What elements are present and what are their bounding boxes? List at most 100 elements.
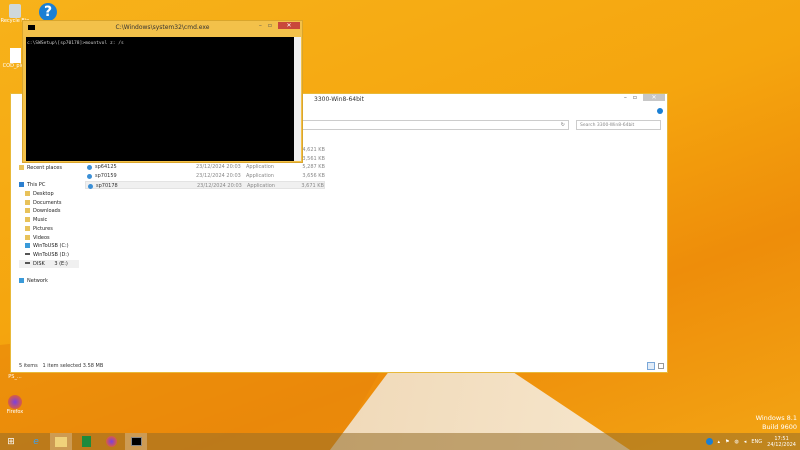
desktop-icon-firefox[interactable]: Firefox [0,395,30,415]
nav-item[interactable]: Music [19,216,79,225]
file-size: 3,561 KB [302,155,325,162]
internet-explorer-icon[interactable]: e [25,433,47,450]
status-bar: 5 items 1 item selected 3.58 MB [19,363,103,369]
drive-icon [25,243,30,249]
nav-item[interactable]: This PC [19,181,79,190]
file-date: 23/12/2024 20:03 [196,173,241,180]
desktop-icon-ps[interactable]: PS_... [0,374,30,380]
file-name: sp70159 [95,173,117,180]
folder-icon [25,225,30,231]
nav-label: Desktop [33,191,54,198]
taskbar: ⊞ e ▴ ⚑ ◍ ◂ ENG 17:51 24/12/2024 [0,433,800,450]
date: 24/12/2024 [767,441,796,448]
nav-item[interactable]: Videos [19,234,79,243]
file-name: sp70178 [96,182,118,189]
file-row[interactable]: sp64125 23/12/2024 20:03 Application 5,287 … [85,163,325,172]
scrollbar[interactable] [294,37,301,161]
item-count: 5 items [19,363,38,369]
desktop-icon-label: PS_... [8,374,22,380]
watermark-line: Windows 8.1 [755,414,797,422]
application-icon [87,174,92,180]
refresh-icon[interactable]: ↻ [561,122,565,128]
console-output[interactable]: c:\SWSetup\[sp70178]>mountvol z: /s [26,37,294,161]
recent-places-icon [19,165,24,170]
drive-icon [25,262,30,265]
nav-label: Pictures [33,225,53,232]
application-icon [88,183,93,189]
recycle-bin-icon [9,4,21,18]
file-row-selected[interactable]: sp70178 23/12/2024 20:03 Application 3,671 … [85,180,325,190]
firefox-icon [8,395,22,409]
file-date: 23/12/2024 20:03 [196,164,241,171]
nav-item[interactable]: Desktop [19,190,79,199]
network-icon[interactable]: ◍ [735,439,739,445]
windows-watermark: Windows 8.1 Build 9600 [756,414,797,432]
file-row[interactable]: sp70159 23/12/2024 20:03 Application 3,656 … [85,172,325,181]
folder-icon [25,217,30,223]
nav-label: This PC [27,182,46,189]
nav-label: Recent places [27,165,62,171]
nav-item[interactable]: Documents [19,199,79,208]
search-input[interactable]: Search 3300-Win8-64bit [576,120,661,130]
file-size: 3,656 KB [302,173,325,180]
nav-label: WinToUSB (C:) [33,243,69,250]
file-size: 3,671 KB [301,182,324,189]
file-type: Application [246,164,274,171]
nav-item[interactable]: WinToUSB (C:) [19,242,79,251]
folder-icon [25,208,30,214]
close-button[interactable]: ✕ [643,94,665,101]
file-name: sp64125 [95,164,117,171]
desktop-icon-label: Firefox [6,409,24,415]
language-indicator[interactable]: ENG [751,439,762,445]
large-icons-view-button[interactable] [658,363,664,369]
file-type: Application [247,182,275,189]
nav-item[interactable]: Recent places [19,164,79,173]
start-button[interactable]: ⊞ [0,433,22,450]
show-hidden-icons[interactable]: ▴ [718,439,721,445]
help-icon[interactable] [705,438,713,445]
file-size: 5,287 KB [302,164,325,171]
application-icon [87,165,92,171]
file-explorer-icon[interactable] [50,433,72,450]
command-line: c:\SWSetup\[sp70178]>mountvol z: /s [27,41,124,46]
minimize-button[interactable]: – [624,94,627,101]
minimize-button[interactable]: – [259,22,262,29]
navigation-pane: Recent places This PC Desktop Documents … [19,164,79,286]
folder-icon [25,199,30,205]
firefox-icon[interactable] [100,433,122,450]
nav-label: WinToUSB (D:) [33,251,69,258]
nav-label: Downloads [33,208,61,215]
details-view-button[interactable] [647,362,655,370]
nav-label: Videos [33,234,50,241]
cmd-icon [28,25,35,30]
nav-item[interactable]: Pictures [19,225,79,234]
nav-item[interactable]: Downloads [19,207,79,216]
volume-icon[interactable]: ◂ [744,439,747,445]
network-icon [19,277,24,283]
folder-icon [25,234,30,240]
selection-info: 1 item selected 3.58 MB [42,363,104,369]
desktop-icon-help[interactable]: ? [33,3,63,21]
nav-label: DISK 3 (E:) [33,260,68,267]
help-icon[interactable] [657,108,663,114]
system-tray: ▴ ⚑ ◍ ◂ ENG 17:51 24/12/2024 [705,433,796,450]
help-icon: ? [39,3,57,21]
nav-label: Network [27,277,48,284]
clock[interactable]: 17:51 24/12/2024 [767,436,796,448]
cmd-taskbar-icon[interactable] [125,433,147,450]
pc-icon [19,182,24,188]
nav-label: Documents [33,199,62,206]
drive-icon [25,253,30,256]
watermark-line: Build 9600 [762,423,797,431]
file-type: Application [246,173,274,180]
folder-icon [25,191,30,197]
nav-item[interactable]: Network [19,277,79,286]
maximize-button[interactable]: ▫ [268,22,272,29]
nav-item[interactable]: DISK 3 (E:) [19,259,79,269]
maximize-button[interactable]: ▫ [633,94,637,101]
flag-icon[interactable]: ⚑ [725,439,729,445]
close-button[interactable]: ✕ [278,22,300,29]
nav-label: Music [33,217,48,224]
nav-item[interactable]: WinToUSB (D:) [19,251,79,260]
spreadsheet-app-icon[interactable] [75,433,97,450]
